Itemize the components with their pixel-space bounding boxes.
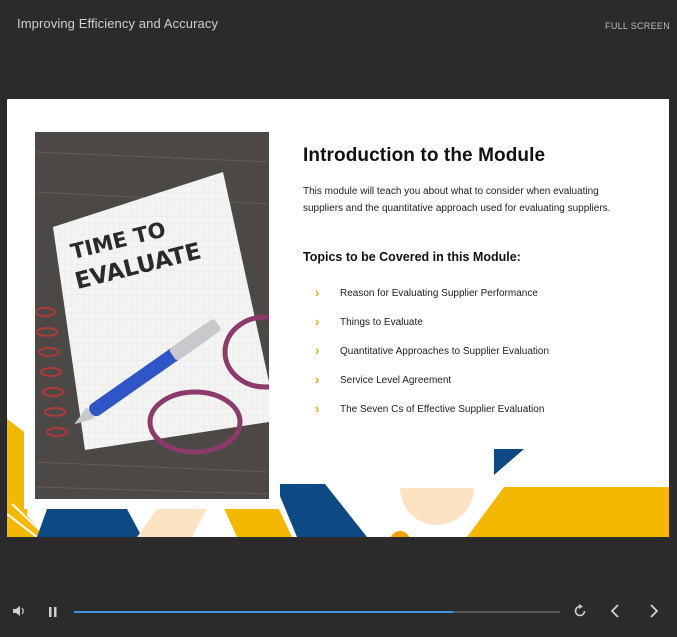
progress-fill xyxy=(74,611,454,613)
top-bar: Improving Efficiency and Accuracy FULL S… xyxy=(0,0,677,48)
chevron-right-icon: › xyxy=(315,314,320,329)
progress-bar[interactable] xyxy=(74,611,560,613)
topic-label: Things to Evaluate xyxy=(340,317,423,328)
slide-canvas: TIME TO EVALUATE Introduction to the Mod… xyxy=(7,99,669,537)
chevron-right-icon: › xyxy=(315,401,320,416)
fullscreen-button[interactable]: FULL SCREEN xyxy=(605,21,670,31)
topic-label: The Seven Cs of Effective Supplier Evalu… xyxy=(340,404,545,415)
topic-item: › Quantitative Approaches to Supplier Ev… xyxy=(315,343,550,374)
topic-label: Service Level Agreement xyxy=(340,375,452,386)
topics-heading: Topics to be Covered in this Module: xyxy=(303,250,521,264)
time-to-evaluate-image: TIME TO EVALUATE xyxy=(35,132,269,499)
slide-title: Introduction to the Module xyxy=(303,145,546,166)
topic-item: › Things to Evaluate xyxy=(315,314,549,345)
player-controls xyxy=(0,596,677,628)
topic-label: Quantitative Approaches to Supplier Eval… xyxy=(340,346,550,357)
module-intro-text: This module will teach you about what to… xyxy=(303,186,611,214)
topic-item: › Service Level Agreement xyxy=(315,372,549,403)
topic-item: › The Seven Cs of Effective Supplier Eva… xyxy=(315,401,549,432)
topics-list: › Reason for Evaluating Supplier Perform… xyxy=(315,285,550,432)
previous-icon[interactable] xyxy=(609,604,621,623)
pause-icon[interactable] xyxy=(48,605,58,623)
volume-icon[interactable] xyxy=(12,604,26,623)
next-icon[interactable] xyxy=(648,604,660,623)
chevron-right-icon: › xyxy=(315,343,320,358)
topic-label: Reason for Evaluating Supplier Performan… xyxy=(340,288,538,299)
chevron-right-icon: › xyxy=(315,372,320,387)
topic-item: › Reason for Evaluating Supplier Perform… xyxy=(315,285,549,316)
replay-icon[interactable] xyxy=(573,604,587,623)
course-title: Improving Efficiency and Accuracy xyxy=(17,16,219,31)
chevron-right-icon: › xyxy=(315,285,320,300)
